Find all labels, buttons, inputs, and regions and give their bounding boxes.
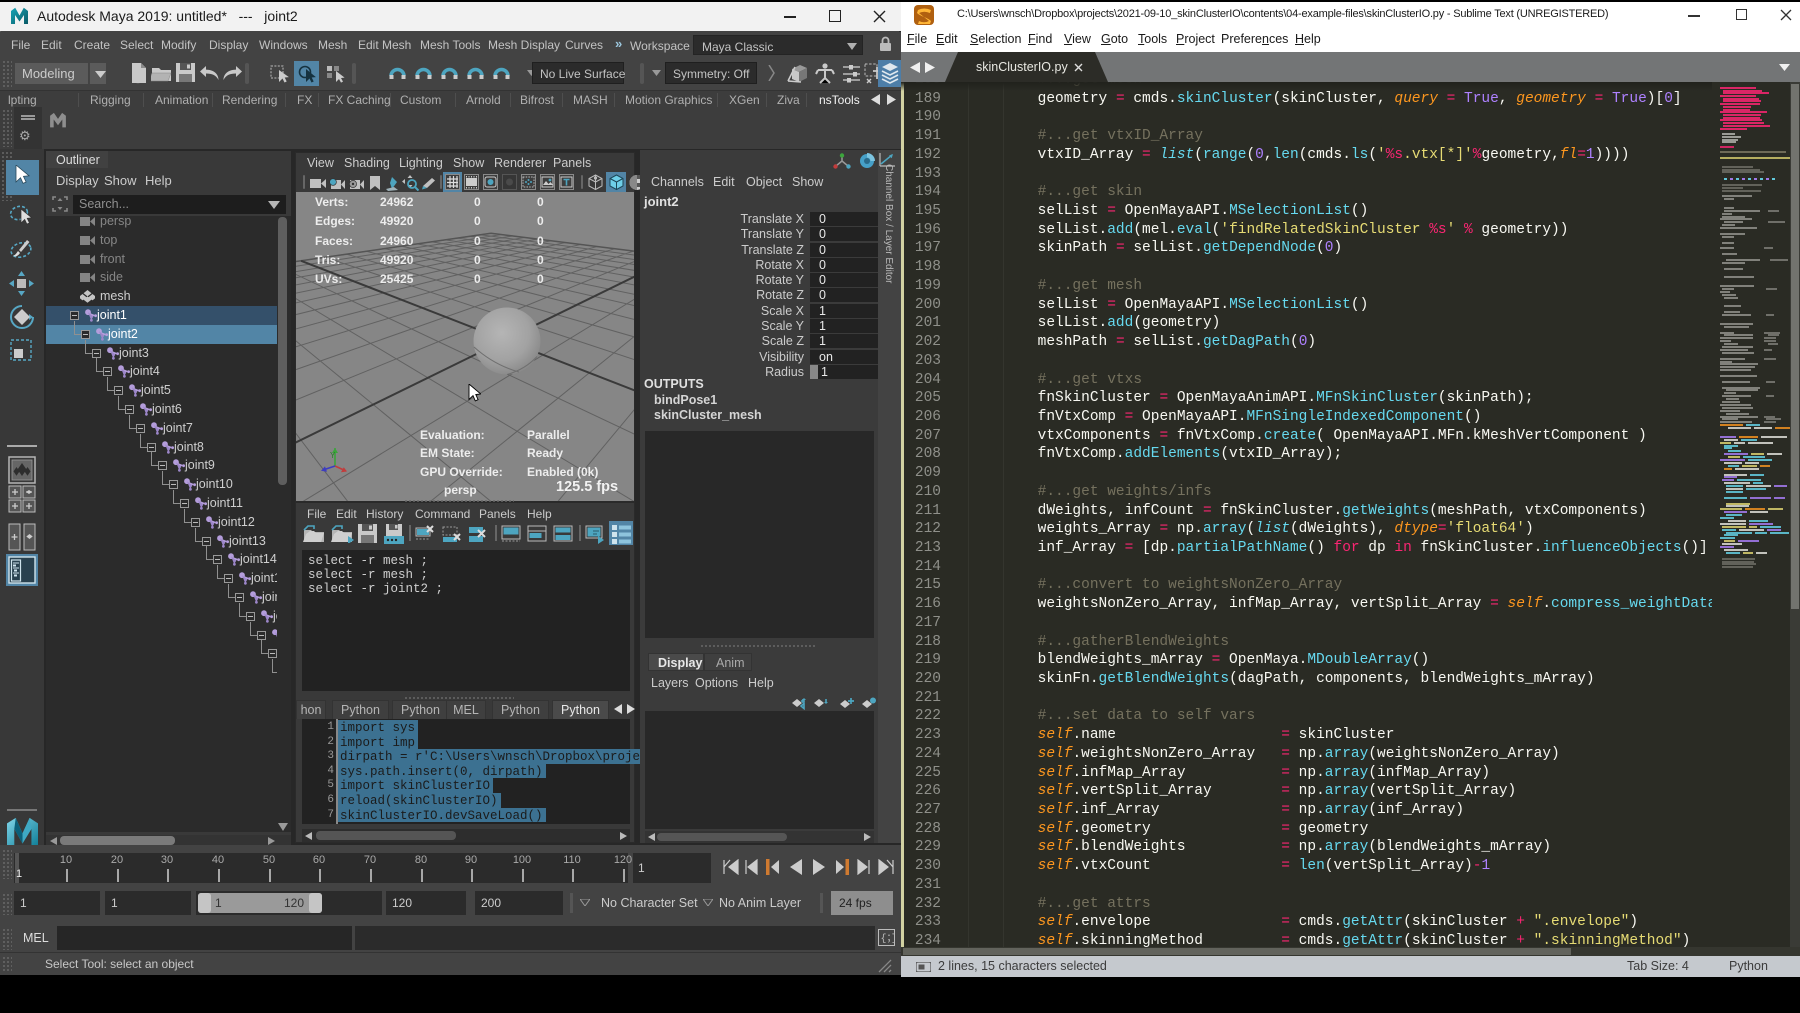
svg-text:Y: Y [330,451,336,460]
svg-text:{；}: {；} [881,933,896,945]
